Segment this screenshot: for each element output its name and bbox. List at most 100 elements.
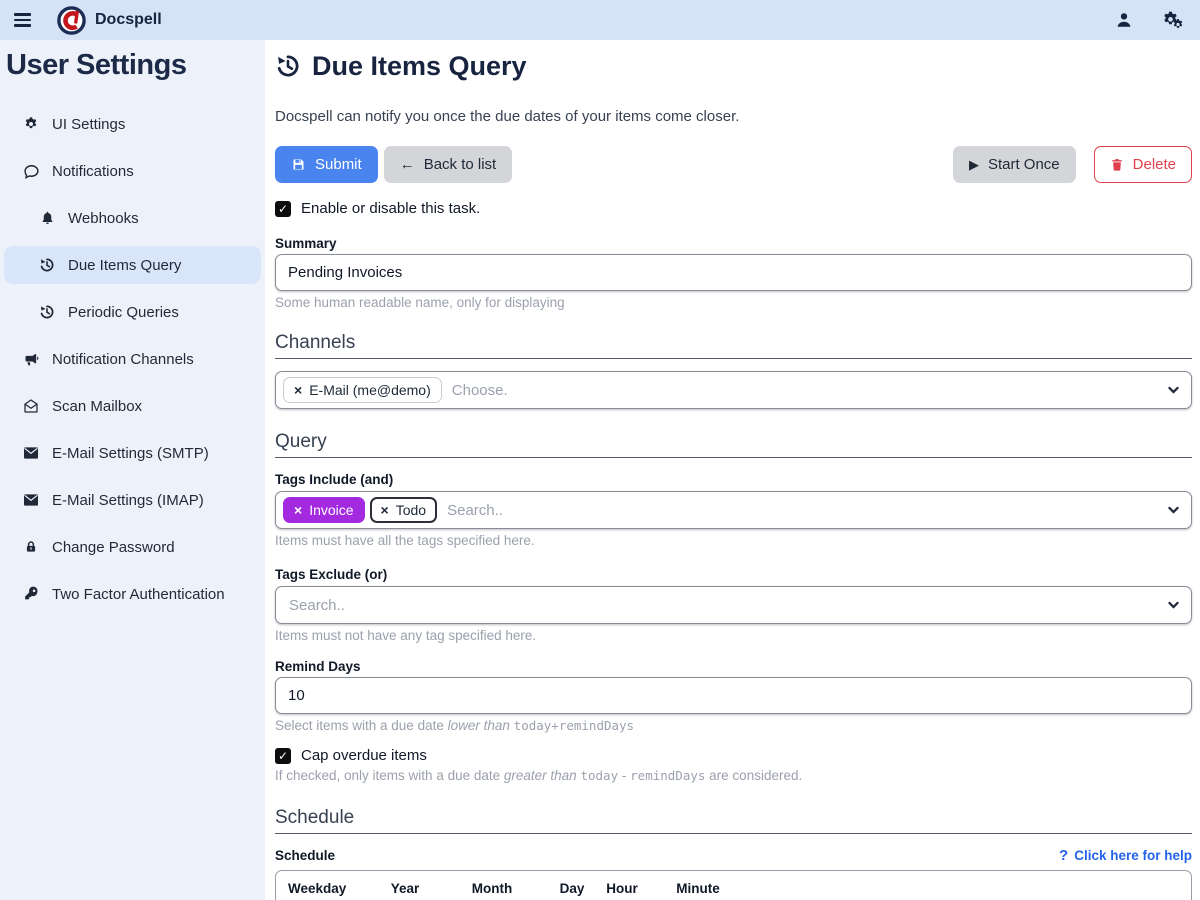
schedule-day-value: 01 xyxy=(550,896,594,900)
sidebar-item-label: E-Mail Settings (IMAP) xyxy=(52,492,204,509)
check-icon: ✓ xyxy=(278,749,288,763)
schedule-help-link[interactable]: ? Click here for help xyxy=(1059,847,1192,864)
sidebar-item-label: Scan Mailbox xyxy=(52,398,142,415)
submit-button[interactable]: Submit xyxy=(275,146,378,183)
tags-exclude-help: Items must not have any tag specified he… xyxy=(275,628,1192,643)
schedule-month-value: * xyxy=(466,896,518,900)
sidebar-item-label: Notifications xyxy=(52,163,134,180)
schedule-heading: Schedule xyxy=(275,807,1192,834)
page-description: Docspell can notify you once the due dat… xyxy=(275,108,1192,125)
remind-days-label: Remind Days xyxy=(275,659,1192,674)
envelope-open-icon xyxy=(22,398,40,414)
sidebar-item-label: Two Factor Authentication xyxy=(52,586,225,603)
back-to-list-button[interactable]: ← Back to list xyxy=(384,146,513,183)
user-lock-icon xyxy=(22,539,40,555)
cap-overdue-row: ✓ Cap overdue items xyxy=(275,747,1192,764)
tags-include-placeholder: Search.. xyxy=(447,502,503,519)
comment-icon xyxy=(22,163,40,180)
tag-chip-todo[interactable]: × Todo xyxy=(370,497,438,523)
sidebar-item-due-items-query[interactable]: Due Items Query xyxy=(4,246,261,284)
delete-button[interactable]: Delete xyxy=(1094,146,1192,183)
schedule-label-row: Schedule ? Click here for help xyxy=(275,847,1192,864)
sidebar-item-label: Change Password xyxy=(52,539,175,556)
cap-overdue-label[interactable]: Cap overdue items xyxy=(301,747,427,764)
sidebar-item-email-smtp[interactable]: E-Mail Settings (SMTP) xyxy=(4,434,261,472)
sidebar-item-label: UI Settings xyxy=(52,116,125,133)
menu-icon[interactable] xyxy=(14,13,31,27)
start-once-button[interactable]: ▶ Start Once xyxy=(953,146,1076,183)
bell-icon xyxy=(38,210,56,226)
schedule-table-box: Weekday Year Month Day Hour Minute * – *… xyxy=(275,870,1192,900)
brand[interactable]: Docspell xyxy=(57,6,162,35)
bullhorn-icon xyxy=(22,351,40,367)
remind-days-input[interactable] xyxy=(275,677,1192,714)
sidebar-item-email-imap[interactable]: E-Mail Settings (IMAP) xyxy=(4,481,261,519)
enable-task-checkbox[interactable]: ✓ xyxy=(275,201,291,217)
enable-task-label[interactable]: Enable or disable this task. xyxy=(301,200,480,217)
schedule-weekday-value xyxy=(288,896,380,900)
tags-exclude-label: Tags Exclude (or) xyxy=(275,567,1192,582)
channels-select[interactable]: × E-Mail (me@demo) Choose. xyxy=(275,371,1192,409)
sidebar-item-two-factor[interactable]: Two Factor Authentication xyxy=(4,575,261,613)
tags-include-help: Items must have all the tags specified h… xyxy=(275,533,1192,548)
play-icon: ▶ xyxy=(969,158,979,171)
sidebar-item-webhooks[interactable]: Webhooks xyxy=(4,199,261,237)
gear-icon xyxy=(22,116,40,132)
sidebar-item-ui-settings[interactable]: UI Settings xyxy=(4,105,261,143)
history-icon xyxy=(38,304,56,320)
remove-icon[interactable]: × xyxy=(381,503,389,517)
cap-overdue-help: If checked, only items with a due date g… xyxy=(275,768,1192,783)
schedule-value-row: * – * – 01 00 : 00 xyxy=(288,896,726,900)
tag-chip-invoice[interactable]: × Invoice xyxy=(283,497,365,523)
check-icon: ✓ xyxy=(278,202,288,216)
tags-exclude-select[interactable]: Search.. xyxy=(275,586,1192,624)
schedule-hour-value: 00 xyxy=(594,896,650,900)
page-title: Due Items Query xyxy=(275,50,1192,82)
chevron-down-icon[interactable] xyxy=(1167,384,1180,397)
sidebar-title: User Settings xyxy=(6,49,265,82)
enable-task-row: ✓ Enable or disable this task. xyxy=(275,200,1192,217)
schedule-year-value: * xyxy=(380,896,430,900)
arrow-left-icon: ← xyxy=(400,157,415,172)
sidebar-item-periodic-queries[interactable]: Periodic Queries xyxy=(4,293,261,331)
channels-placeholder: Choose. xyxy=(452,382,508,399)
remove-icon[interactable]: × xyxy=(294,503,302,517)
remove-icon[interactable]: × xyxy=(294,383,302,397)
schedule-colon: : xyxy=(650,896,670,900)
envelope-icon xyxy=(22,493,40,507)
envelope-icon xyxy=(22,446,40,460)
docspell-logo xyxy=(57,6,86,35)
remind-days-help: Select items with a due date lower than … xyxy=(275,718,1192,733)
sidebar-item-notification-channels[interactable]: Notification Channels xyxy=(4,340,261,378)
sidebar-item-notifications[interactable]: Notifications xyxy=(4,152,261,190)
key-icon xyxy=(22,586,40,602)
sidebar-item-label: Webhooks xyxy=(68,210,139,227)
cap-overdue-checkbox[interactable]: ✓ xyxy=(275,748,291,764)
sidebar-item-change-password[interactable]: Change Password xyxy=(4,528,261,566)
schedule-separator: – xyxy=(430,896,466,900)
query-heading: Query xyxy=(275,431,1192,458)
schedule-minute-value: 00 xyxy=(670,896,726,900)
toolbar: Submit ← Back to list ▶ Start Once Delet… xyxy=(275,146,1192,183)
user-icon[interactable] xyxy=(1115,11,1133,29)
save-icon xyxy=(291,157,306,172)
channel-chip[interactable]: × E-Mail (me@demo) xyxy=(283,377,442,403)
history-icon xyxy=(38,257,56,273)
question-icon: ? xyxy=(1059,847,1068,864)
sidebar: User Settings UI Settings Notifications … xyxy=(0,40,265,900)
sidebar-item-label: Due Items Query xyxy=(68,257,181,274)
page-title-text: Due Items Query xyxy=(312,50,527,82)
sidebar-item-label: Periodic Queries xyxy=(68,304,179,321)
sidebar-item-label: E-Mail Settings (SMTP) xyxy=(52,445,209,462)
trash-icon xyxy=(1110,157,1124,172)
sidebar-item-scan-mailbox[interactable]: Scan Mailbox xyxy=(4,387,261,425)
chevron-down-icon[interactable] xyxy=(1167,599,1180,612)
tags-include-label: Tags Include (and) xyxy=(275,472,1192,487)
tags-exclude-placeholder: Search.. xyxy=(289,597,345,614)
history-icon xyxy=(275,53,301,79)
chevron-down-icon[interactable] xyxy=(1167,504,1180,517)
tags-include-select[interactable]: × Invoice × Todo Search.. xyxy=(275,491,1192,529)
summary-input[interactable] xyxy=(275,254,1192,291)
summary-label: Summary xyxy=(275,236,1192,251)
cogs-icon[interactable] xyxy=(1161,10,1186,31)
